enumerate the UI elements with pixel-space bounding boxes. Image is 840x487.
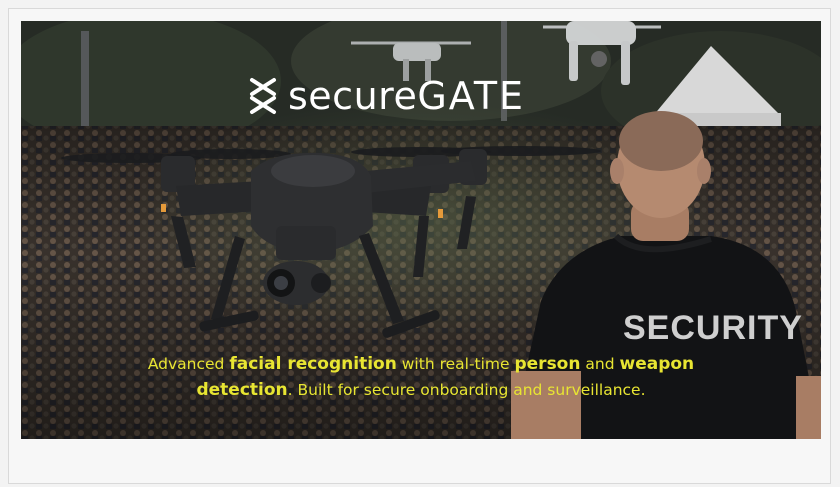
dna-logo-icon — [250, 78, 276, 114]
hero-banner: SECURITY secureGATE Advanced facial reco… — [21, 21, 821, 439]
hero-tagline: Advanced facial recognition with real-ti… — [101, 351, 741, 403]
brand-name-part2: GATE — [417, 74, 526, 118]
tagline-highlight: facial recognition — [229, 354, 397, 374]
tagline-highlight: weapon — [619, 354, 695, 374]
tagline-highlight: person — [514, 354, 581, 374]
tagline-highlight: detection — [196, 380, 288, 400]
tagline-text: with real-time — [396, 355, 515, 373]
brand-name: secureGATE — [288, 77, 525, 115]
tagline-text: Advanced — [147, 355, 230, 373]
securegate-logo: secureGATE — [248, 71, 525, 121]
tagline-text: and — [580, 355, 620, 373]
brand-name-part1: secure — [288, 74, 418, 118]
tagline-text: . Built for secure onboarding and survei… — [287, 381, 646, 399]
security-shirt-text: SECURITY — [623, 309, 803, 347]
